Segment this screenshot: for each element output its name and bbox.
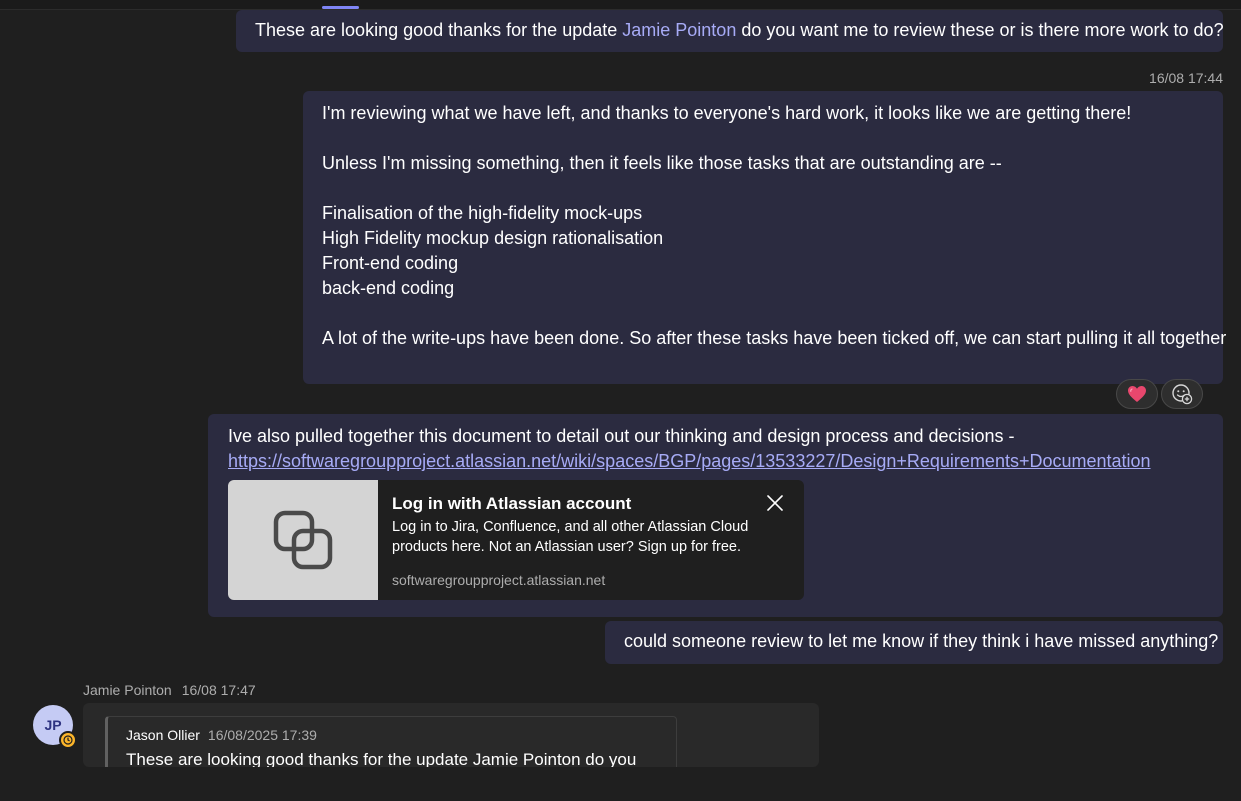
message-bubble-2[interactable]: I'm reviewing what we have left, and tha… bbox=[303, 91, 1227, 384]
quote-author: Jason Ollier bbox=[126, 727, 200, 743]
message-text: could someone review to let me know if t… bbox=[624, 631, 1219, 651]
message-bubble-1[interactable]: These are looking good thanks for the up… bbox=[236, 10, 1224, 52]
message-bubble-3[interactable]: Ive also pulled together this document t… bbox=[208, 414, 1223, 617]
message-line: A lot of the write-ups have been done. S… bbox=[322, 328, 1227, 348]
close-preview-button[interactable] bbox=[764, 492, 786, 514]
author-name[interactable]: Jamie Pointon bbox=[83, 682, 172, 698]
quote-text: These are looking good thanks for the up… bbox=[126, 750, 637, 767]
add-reaction-button[interactable] bbox=[1161, 379, 1203, 409]
message-timestamp: 16/08 17:47 bbox=[181, 682, 256, 698]
quoted-message[interactable]: Jason Ollier 16/08/2025 17:39 These are l… bbox=[105, 716, 677, 767]
top-bar bbox=[0, 0, 1241, 10]
clock-icon bbox=[63, 735, 73, 745]
message-header: Jamie Pointon 16/08 17:47 bbox=[83, 682, 256, 698]
quote-timestamp: 16/08/2025 17:39 bbox=[207, 727, 317, 743]
link-preview-description: Log in to Jira, Confluence, and all othe… bbox=[392, 519, 749, 555]
message-line: Unless I'm missing something, then it fe… bbox=[322, 153, 1002, 173]
task-item: back-end coding bbox=[322, 278, 455, 298]
document-link[interactable]: https://softwaregroupproject.atlassian.n… bbox=[228, 451, 1151, 471]
message-bubble-4[interactable]: could someone review to let me know if t… bbox=[605, 621, 1223, 664]
close-icon bbox=[767, 495, 783, 511]
add-reaction-icon bbox=[1172, 384, 1193, 405]
message-timestamp: 16/08 17:44 bbox=[1149, 70, 1223, 86]
active-tab-indicator bbox=[322, 6, 359, 9]
link-preview-title: Log in with Atlassian account bbox=[392, 494, 632, 513]
heart-reaction[interactable] bbox=[1116, 379, 1158, 409]
message-text-suffix: do you want me to review these or is the… bbox=[736, 20, 1224, 40]
message-line: I'm reviewing what we have left, and tha… bbox=[322, 103, 1132, 123]
presence-away-icon bbox=[59, 731, 77, 749]
link-preview-card[interactable]: Log in with Atlassian account Log in to … bbox=[228, 480, 804, 600]
message-text: These are looking good thanks for the up… bbox=[255, 20, 623, 40]
heart-icon bbox=[1128, 386, 1146, 402]
message-line: Ive also pulled together this document t… bbox=[228, 426, 1015, 446]
quote-header: Jason Ollier 16/08/2025 17:39 bbox=[126, 727, 317, 743]
task-item: High Fidelity mockup design rationalisat… bbox=[322, 228, 664, 248]
link-icon bbox=[273, 510, 333, 570]
task-item: Finalisation of the high-fidelity mock-u… bbox=[322, 203, 643, 223]
mention-jamie-pointon[interactable]: Jamie Pointon bbox=[622, 20, 736, 40]
avatar-initials: JP bbox=[44, 717, 62, 733]
message-bubble-5[interactable]: Jason Ollier 16/08/2025 17:39 These are l… bbox=[83, 703, 819, 767]
link-preview-domain: softwaregroupproject.atlassian.net bbox=[392, 572, 606, 588]
task-item: Front-end coding bbox=[322, 253, 459, 273]
link-preview-thumbnail bbox=[228, 480, 378, 600]
